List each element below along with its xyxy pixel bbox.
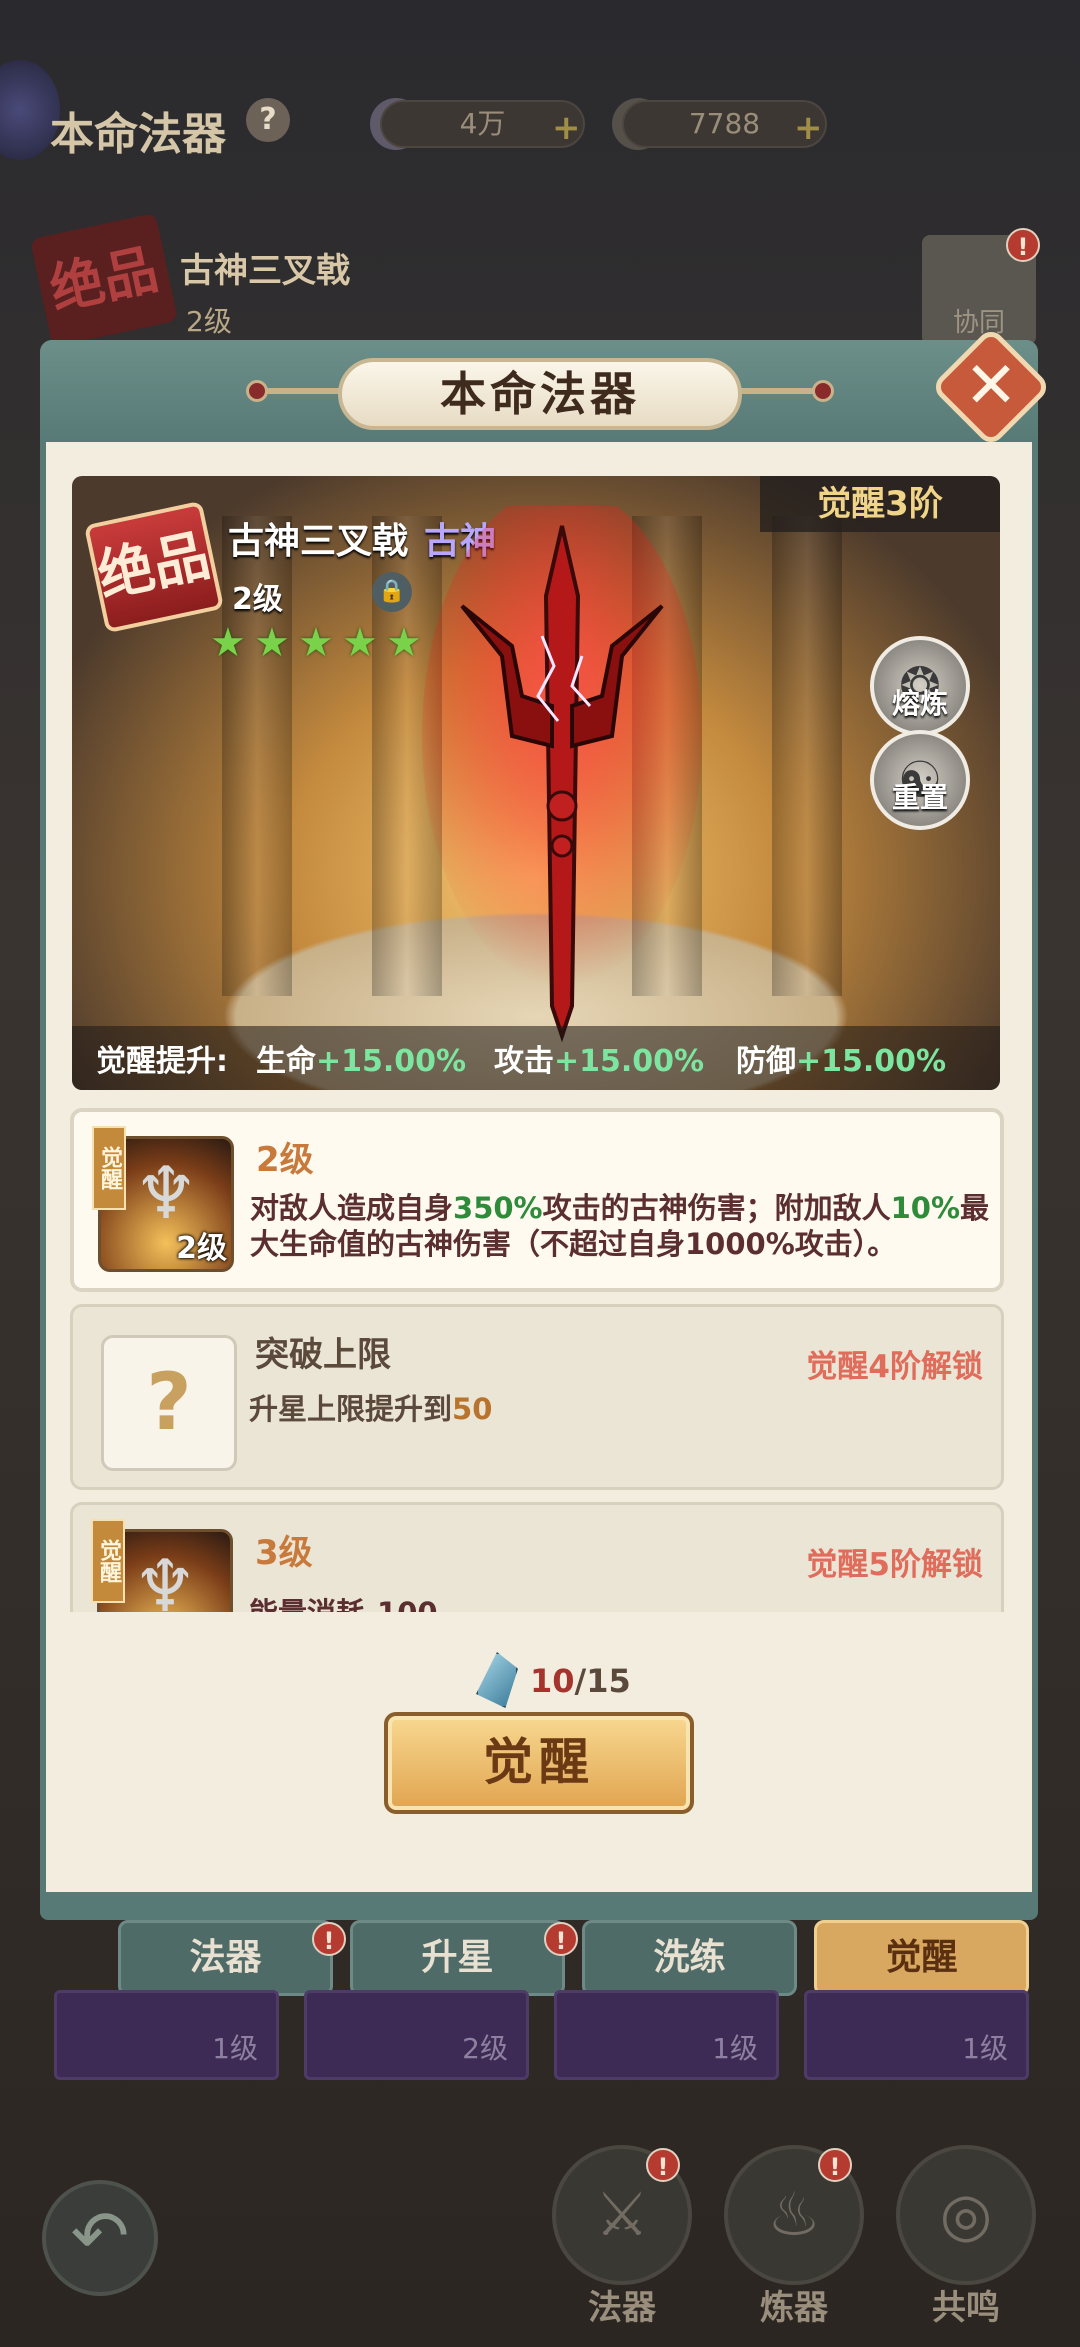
close-icon[interactable]: ✕ xyxy=(948,344,1034,430)
artifact-awaken-modal: 本命法器 ✕ 觉醒3阶 绝品 古神三叉戟 古神 2级 🔒 ★ ★ ★ ★ ★ ❂… xyxy=(40,326,1052,1920)
tab-artifact[interactable]: 法器 xyxy=(118,1920,333,1996)
skill-level-title: 2级 xyxy=(256,1140,314,1180)
tab-artifact-label: 法器 xyxy=(189,1937,262,1978)
swirl-icon: ◎ xyxy=(939,2180,993,2250)
tab-star-up-alert-icon: ! xyxy=(544,1922,578,1956)
bonus-hp-stat: 生命 xyxy=(256,1044,316,1079)
breakthrough-description: 升星上限提升到50 xyxy=(249,1391,989,1427)
reset-label: 重置 xyxy=(891,781,948,814)
title-rope-left xyxy=(260,388,340,394)
nav-resonance-label: 共鸣 xyxy=(932,2288,1000,2328)
title-knob-right xyxy=(812,380,834,402)
awaken-stage-label: 觉醒3阶 xyxy=(760,476,1000,532)
star-icon: ★ xyxy=(342,620,378,666)
modal-title: 本命法器 xyxy=(440,367,640,421)
star-rating: ★ ★ ★ ★ ★ xyxy=(210,622,430,664)
background-title: 本命法器 xyxy=(50,109,226,160)
slot-level: 1级 xyxy=(712,2032,758,2065)
artifact-slot-row: 1级 2级 1级 1级 xyxy=(54,1990,1034,2080)
skill-level-title: 3级 xyxy=(255,1533,313,1573)
bonus-defense-stat: 防御 xyxy=(736,1044,796,1079)
artifact-slot[interactable]: 1级 xyxy=(54,1990,279,2080)
add-resource-2-button[interactable]: + xyxy=(794,108,823,148)
awaken-bonus-label: 觉醒提升: xyxy=(96,1044,228,1079)
desc-text: 对敌人造成自身 xyxy=(250,1191,454,1225)
desc-value: 10% xyxy=(890,1191,961,1225)
desc-value: 350% xyxy=(453,1191,543,1225)
skill-icon-level: 2级 xyxy=(176,1231,227,1266)
tab-star-up[interactable]: 升星 xyxy=(350,1920,565,1996)
bonus-defense-value: +15.00% xyxy=(796,1044,947,1079)
artifact-name: 古神三叉戟 xyxy=(228,521,409,562)
background-item-name: 古神三叉戟 xyxy=(180,251,350,291)
modal-title-plate: 本命法器 xyxy=(338,358,742,430)
nav-forge-label: 炼器 xyxy=(760,2288,828,2328)
tab-star-up-label: 升星 xyxy=(421,1937,494,1978)
tab-refine[interactable]: 洗练 xyxy=(582,1920,797,1996)
bonus-hp-value: +15.00% xyxy=(316,1044,467,1079)
add-resource-1-button[interactable]: + xyxy=(552,108,581,148)
title-knob-left xyxy=(246,380,268,402)
cost-total: /15 xyxy=(574,1662,631,1700)
lock-icon[interactable]: 🔒 xyxy=(372,572,412,612)
awaken-ribbon: 觉醒 xyxy=(92,1126,126,1210)
tab-refine-label: 洗练 xyxy=(653,1937,726,1978)
awaken-button[interactable]: 觉醒 xyxy=(384,1712,694,1814)
skill-card: ♆ 觉醒 3级 觉醒5阶解锁 能量消耗-100 xyxy=(70,1502,1004,1612)
bonus-attack-value: +15.00% xyxy=(554,1044,705,1079)
slot-level: 1级 xyxy=(212,2032,258,2065)
star-icon: ★ xyxy=(210,620,246,666)
skill-card: ♆ 2级 觉醒 2级 对敌人造成自身350%攻击的古神伤害；附加敌人10%最大生… xyxy=(70,1108,1004,1292)
artifact-slot[interactable]: 1级 xyxy=(554,1990,779,2080)
nav-resonance-button[interactable]: ◎ 共鸣 xyxy=(896,2145,1036,2328)
title-rope-right xyxy=(740,388,820,394)
nav-artifact-alert-icon: ! xyxy=(646,2148,680,2182)
awaken-bonus-bar: 觉醒提升: 生命+15.00% 攻击+15.00% 防御+15.00% xyxy=(72,1026,1000,1090)
tab-awaken-label: 觉醒 xyxy=(885,1937,958,1978)
slot-level: 2级 xyxy=(462,2032,508,2065)
bonus-attack-stat: 攻击 xyxy=(494,1044,554,1079)
smelt-label: 熔炼 xyxy=(891,687,948,720)
desc-value: 50 xyxy=(452,1392,493,1426)
pillar-decoration xyxy=(772,516,842,996)
bonus-attack: 攻击+15.00% xyxy=(494,1036,704,1080)
skill-description: 能量消耗-100 xyxy=(249,1595,989,1612)
bonus-hp: 生命+15.00% xyxy=(256,1036,466,1080)
cost-current: 10 xyxy=(530,1662,575,1700)
breakthrough-title: 突破上限 xyxy=(255,1335,391,1375)
modal-footer-bar xyxy=(40,1892,1038,1920)
desc-text: 攻击的古神伤害；附加敌人 xyxy=(542,1191,891,1225)
artifact-slot[interactable]: 2级 xyxy=(304,1990,529,2080)
awaken-skill-list[interactable]: ♆ 2级 觉醒 2级 对敌人造成自身350%攻击的古神伤害；附加敌人10%最大生… xyxy=(70,1108,1004,1612)
unknown-question-icon: ? xyxy=(101,1335,237,1471)
skill-card: ? 突破上限 升星上限提升到50 觉醒4阶解锁 xyxy=(70,1304,1004,1490)
awaken-ribbon: 觉醒 xyxy=(91,1519,125,1603)
desc-text: 升星上限提升到 xyxy=(249,1392,453,1426)
help-question-icon[interactable]: ? xyxy=(246,98,290,142)
background-item-level: 2级 xyxy=(186,305,232,338)
tab-awaken[interactable]: 觉醒 xyxy=(814,1920,1029,1996)
star-icon: ★ xyxy=(298,620,334,666)
trident-weapon-image xyxy=(422,506,702,1043)
star-icon: ★ xyxy=(254,620,290,666)
unlock-requirement: 觉醒4阶解锁 xyxy=(806,1349,983,1385)
nav-forge-alert-icon: ! xyxy=(818,2148,852,2182)
artifact-level: 2级 xyxy=(232,582,283,617)
cost-amount: 10/15 xyxy=(530,1662,631,1700)
artifact-slot[interactable]: 1级 xyxy=(804,1990,1029,2080)
skill-description: 对敌人造成自身350%攻击的古神伤害；附加敌人10%最大生命值的古神伤害（不超过… xyxy=(250,1190,990,1262)
equipment-tab-row: 法器 升星 洗练 觉醒 xyxy=(118,1920,1038,2000)
tab-artifact-alert-icon: ! xyxy=(312,1922,346,1956)
unlock-requirement: 觉醒5阶解锁 xyxy=(806,1547,983,1583)
back-arrow-icon[interactable]: ↶ xyxy=(42,2180,158,2296)
nav-artifact-label: 法器 xyxy=(588,2288,656,2328)
coop-label: 协同 xyxy=(952,308,1005,338)
artifact-showcase: 觉醒3阶 绝品 古神三叉戟 古神 2级 🔒 ★ ★ ★ ★ ★ ❂ 熔炼 ☯ 重… xyxy=(72,476,1000,1090)
slot-level: 1级 xyxy=(962,2032,1008,2065)
coop-alert-icon: ! xyxy=(1006,228,1040,262)
bonus-defense: 防御+15.00% xyxy=(736,1036,946,1080)
rarity-badge: 绝品 xyxy=(83,500,225,634)
